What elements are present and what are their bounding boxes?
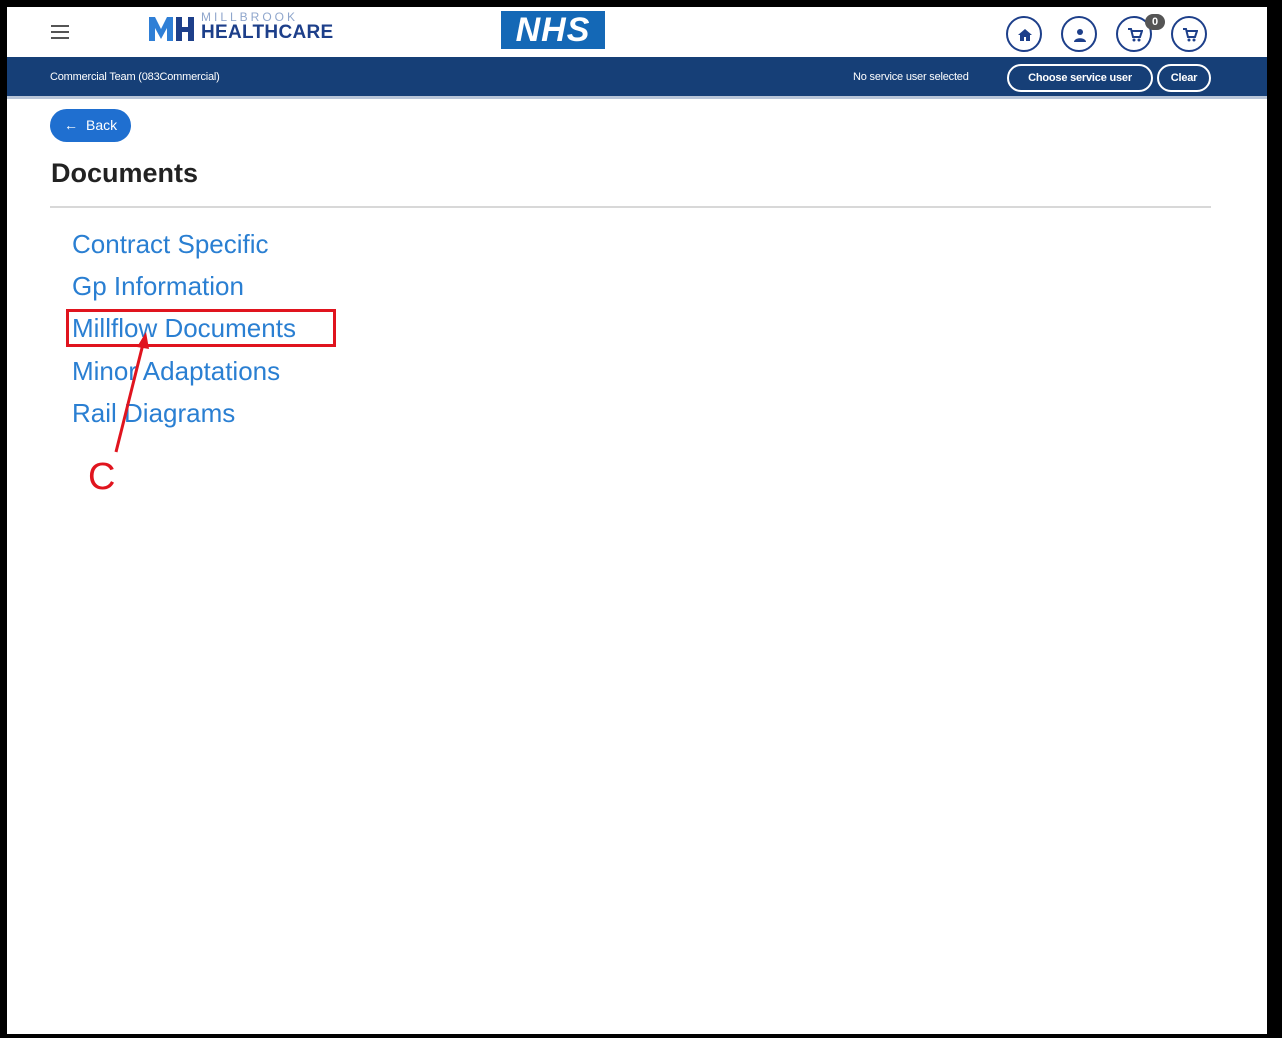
mh-logo-mark bbox=[149, 17, 194, 41]
page-title: Documents bbox=[51, 158, 199, 188]
document-link-gp-information[interactable]: Gp Information bbox=[72, 270, 244, 302]
back-button-label: Back bbox=[86, 117, 118, 133]
team-label: Commercial Team (083Commercial) bbox=[50, 71, 220, 83]
back-button[interactable]: ← Back bbox=[50, 109, 131, 142]
menu-icon[interactable] bbox=[51, 24, 69, 40]
millbrook-logo[interactable]: MILLBROOK HEALTHCARE bbox=[147, 11, 337, 45]
title-divider bbox=[50, 206, 1211, 208]
service-user-bar: Commercial Team (083Commercial) No servi… bbox=[7, 57, 1267, 99]
user-icon bbox=[1074, 29, 1086, 42]
cart-icon bbox=[1128, 28, 1143, 42]
logo-title: HEALTHCARE bbox=[201, 22, 334, 43]
profile-button[interactable] bbox=[1061, 16, 1097, 52]
clear-button[interactable]: Clear bbox=[1157, 64, 1211, 92]
choose-service-user-button[interactable]: Choose service user bbox=[1007, 64, 1153, 92]
cart-count-badge: 0 bbox=[1145, 14, 1165, 30]
annotation-arrow bbox=[114, 332, 149, 453]
service-user-status: No service user selected bbox=[853, 71, 969, 83]
document-link-contract-specific[interactable]: Contract Specific bbox=[72, 228, 269, 260]
annotation-label: C bbox=[88, 456, 116, 498]
top-header: MILLBROOK HEALTHCARE NHS 0 bbox=[7, 7, 1267, 57]
cart-icon bbox=[1183, 28, 1198, 42]
nhs-logo: NHS bbox=[501, 11, 605, 49]
home-button[interactable] bbox=[1006, 16, 1042, 52]
order-button[interactable] bbox=[1171, 16, 1207, 52]
home-icon bbox=[1018, 29, 1032, 41]
arrow-left-icon: ← bbox=[64, 117, 78, 133]
